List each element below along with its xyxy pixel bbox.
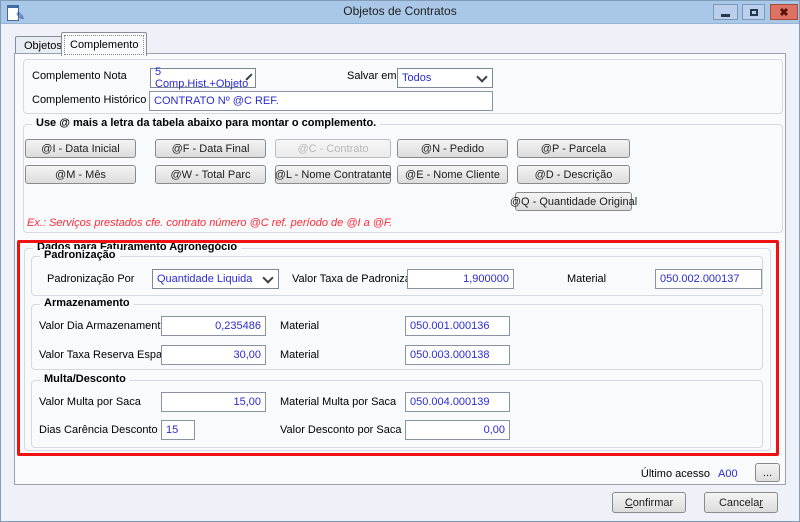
material-padronizacao-label: Material	[567, 273, 607, 285]
material-armazenamento-input[interactable]	[405, 316, 510, 336]
valor-multa-saca-input[interactable]	[161, 392, 266, 412]
chevron-down-icon	[262, 271, 274, 284]
complemento-nota-label: Complemento Nota	[32, 70, 127, 82]
valor-multa-saca-label: Valor Multa por Saca	[39, 396, 141, 408]
token-data-inicial-button[interactable]: @I - Data Inicial	[25, 139, 136, 158]
minimize-button[interactable]	[713, 4, 738, 20]
complemento-historico-label: Complemento Histórico	[32, 94, 147, 106]
material-multa-saca-input[interactable]	[405, 392, 510, 412]
valor-desconto-saca-input[interactable]	[405, 420, 510, 440]
material-multa-saca-label: Material Multa por Saca	[280, 396, 397, 408]
complemento-nota-value: 5 Comp.Hist.+Objeto	[155, 66, 249, 90]
browse-button[interactable]: ...	[755, 463, 780, 482]
chevron-down-icon	[476, 70, 488, 83]
padronizacao-group-title: Padronização	[40, 249, 120, 261]
padronizacao-por-select[interactable]: Quantidade Liquida	[152, 269, 279, 289]
valor-taxa-reserva-label: Valor Taxa Reserva Espaço	[39, 349, 174, 361]
cancelar-hotkey: r	[759, 496, 764, 509]
dias-carencia-input[interactable]	[161, 420, 195, 440]
token-parcela-button[interactable]: @P - Parcela	[517, 139, 630, 158]
token-descricao-button[interactable]: @D - Descrição	[517, 165, 630, 184]
ultimo-acesso-value: A00	[718, 468, 738, 480]
material-padronizacao-input[interactable]	[655, 269, 762, 289]
token-total-parc-button[interactable]: @W - Total Parc	[155, 165, 266, 184]
token-contrato-button: @C - Contrato	[275, 139, 391, 158]
armazenamento-group-title: Armazenamento	[40, 297, 134, 309]
valor-dia-armazenamento-input[interactable]	[161, 316, 266, 336]
dias-carencia-label: Dias Carência Desconto	[39, 424, 158, 436]
valor-dia-armazenamento-label: Valor Dia Armazenamento	[39, 320, 167, 332]
dialog-window: ✎ Objetos de Contratos ✖ Objetos Complem…	[0, 0, 800, 522]
valor-taxa-reserva-input[interactable]	[161, 345, 266, 365]
token-data-final-button[interactable]: @F - Data Final	[155, 139, 266, 158]
salvar-em-select[interactable]: Todos	[397, 68, 493, 88]
token-pedido-button[interactable]: @N - Pedido	[397, 139, 508, 158]
valor-taxa-padronizacao-input[interactable]	[407, 269, 514, 289]
ultimo-acesso-label: Último acesso	[640, 468, 710, 480]
material-reserva-label: Material	[280, 349, 320, 361]
multa-desconto-group: Multa/Desconto	[31, 373, 763, 448]
material-armazenamento-label: Material	[280, 320, 320, 332]
window-title: Objetos de Contratos	[343, 4, 457, 18]
maximize-button[interactable]	[742, 4, 765, 20]
token-mes-button[interactable]: @M - Mês	[25, 165, 136, 184]
salvar-em-label: Salvar em	[347, 70, 397, 82]
complemento-historico-input[interactable]	[149, 91, 493, 111]
complemento-nota-select[interactable]: 5 Comp.Hist.+Objeto	[150, 66, 256, 90]
salvar-em-value: Todos	[402, 72, 432, 84]
material-reserva-input[interactable]	[405, 345, 510, 365]
padronizacao-por-label: Padronização Por	[47, 273, 135, 285]
token-example-text: Ex.: Serviços prestados cfe. contrato nú…	[27, 217, 393, 229]
tab-page-complemento: Complemento Nota 5 Comp.Hist.+Objeto Sal…	[14, 53, 786, 485]
token-quantidade-original-button[interactable]: @Q - Quantidade Original	[510, 192, 637, 211]
token-nome-contratante-button[interactable]: @L - Nome Contratante	[275, 165, 391, 184]
confirmar-hotkey: C	[624, 496, 633, 509]
padronizacao-por-value: Quantidade Liquida	[157, 273, 253, 285]
tab-complemento[interactable]: Complemento	[61, 32, 148, 56]
multa-desconto-group-title: Multa/Desconto	[40, 373, 130, 385]
minimize-icon	[721, 14, 730, 17]
confirmar-button[interactable]: Confirmar	[612, 492, 686, 513]
valor-desconto-saca-label: Valor Desconto por Saca	[280, 424, 402, 436]
cancelar-button[interactable]: Cancelar	[704, 492, 778, 513]
close-icon: ✖	[779, 6, 789, 19]
maximize-icon	[749, 8, 758, 16]
cancelar-label: Cancela	[718, 496, 760, 509]
title-bar: ✎ Objetos de Contratos ✖	[1, 1, 799, 24]
tokens-group-title: Use @ mais a letra da tabela abaixo para…	[32, 117, 381, 129]
confirmar-label: onfirmar	[632, 496, 674, 509]
token-nome-cliente-button[interactable]: @E - Nome Cliente	[397, 165, 508, 184]
close-button[interactable]: ✖	[770, 4, 798, 20]
